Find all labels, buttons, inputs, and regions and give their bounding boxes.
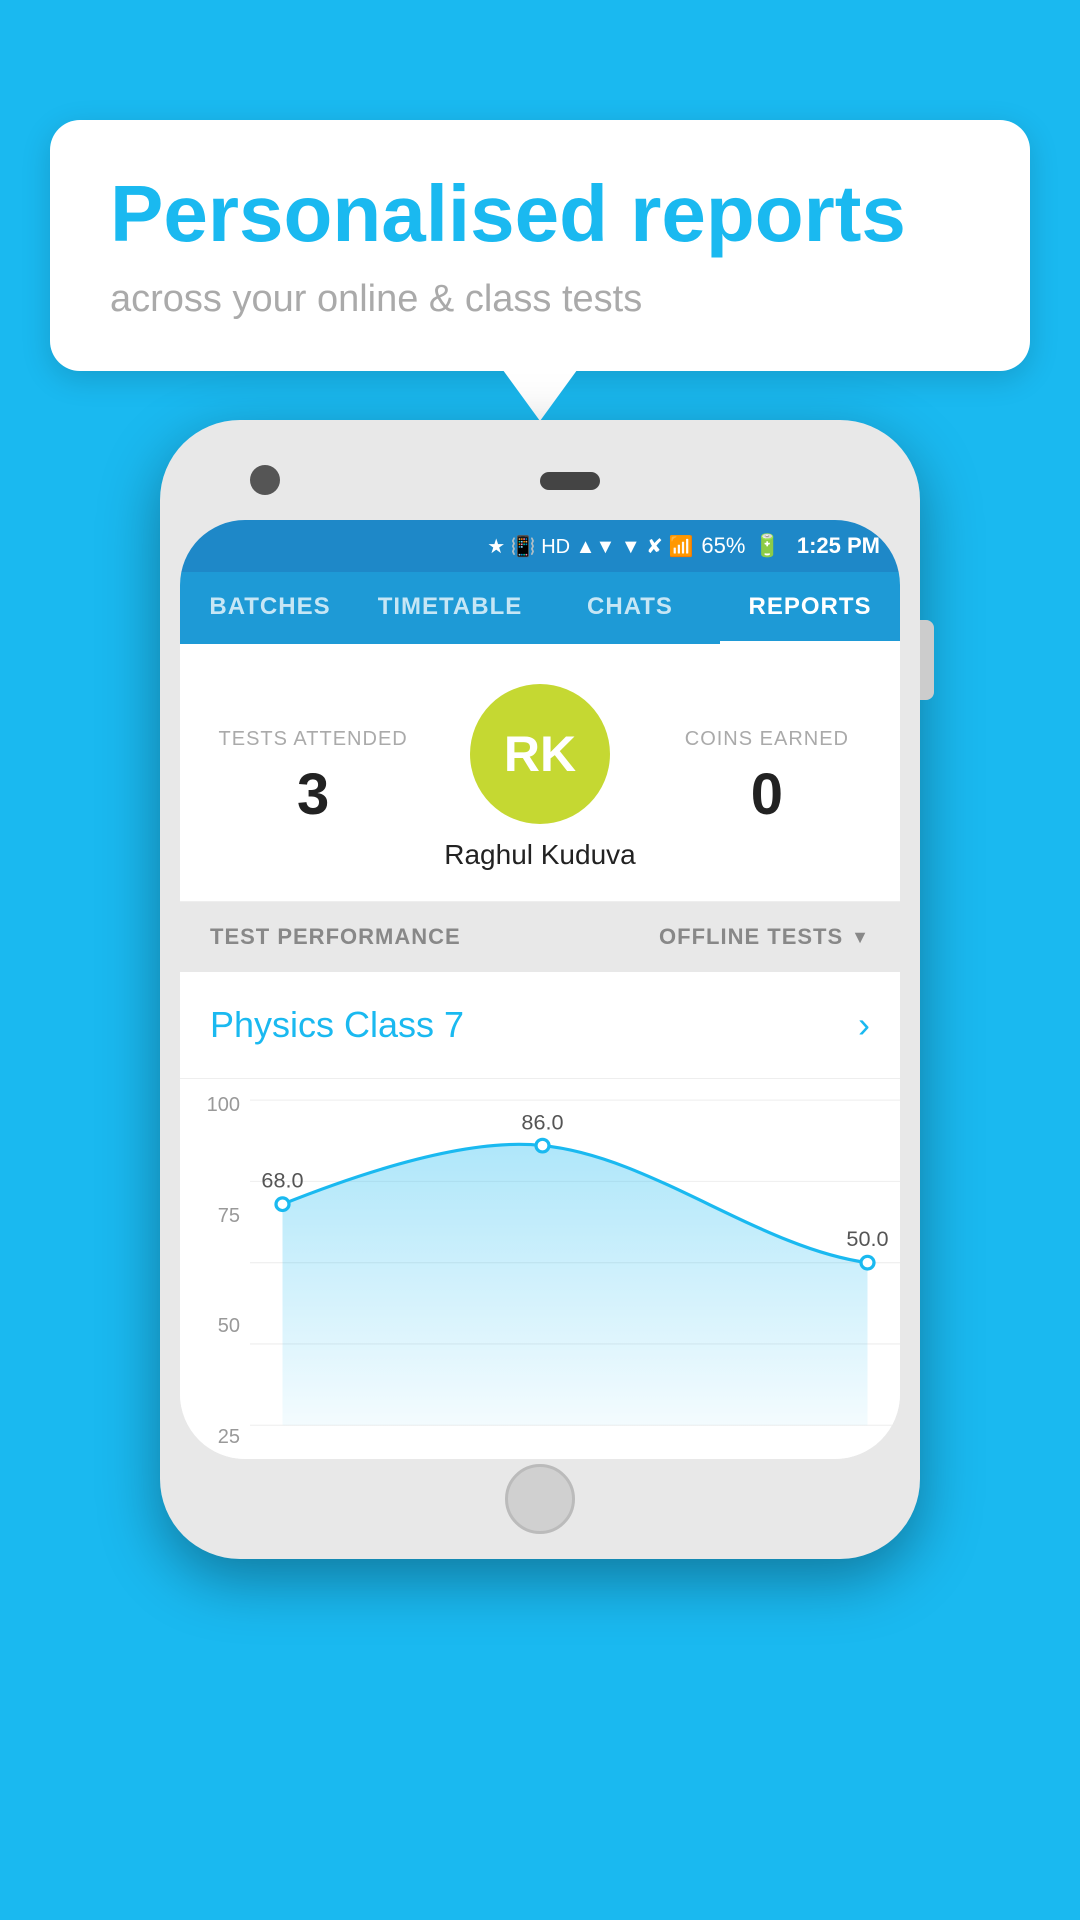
phone-bottom-bezel [180,1459,900,1539]
y-label-100: 100 [190,1094,240,1117]
chart-svg: 68.0 86.0 50.0 [250,1079,900,1459]
avatar-block: RK Raghul Kuduva [416,684,664,871]
point-label-3: 50.0 [846,1227,888,1251]
home-sensor [540,472,600,490]
offline-tests-label: OFFLINE TESTS [659,924,843,950]
status-icons: ★ 📳 HD ▲▼ ▼ ✘ 📶 [487,534,693,559]
data-point-1 [276,1198,289,1211]
data-point-2 [536,1139,549,1152]
chart-fill-area [283,1144,868,1425]
tab-chats[interactable]: CHATS [540,572,720,644]
nav-tabs: BATCHES TIMETABLE CHATS REPORTS [180,572,900,644]
data-point-3 [861,1256,874,1269]
class-row[interactable]: Physics Class 7 › [180,972,900,1079]
battery-indicator: 65% [701,533,745,559]
power-button [920,620,934,700]
performance-section-header: TEST PERFORMANCE OFFLINE TESTS ▼ [180,902,900,972]
chart-y-axis: 100 75 50 25 [180,1079,250,1459]
user-name: Raghul Kuduva [444,839,635,871]
home-button[interactable] [505,1464,575,1534]
battery-icon: 🔋 [753,533,780,559]
tests-attended-block: TESTS ATTENDED 3 [210,728,416,828]
offline-tests-dropdown[interactable]: OFFLINE TESTS ▼ [659,924,870,950]
user-section: TESTS ATTENDED 3 RK Raghul Kuduva COINS … [180,644,900,902]
tab-reports[interactable]: REPORTS [720,572,900,644]
coins-earned-value: 0 [664,761,870,828]
screen-content: TESTS ATTENDED 3 RK Raghul Kuduva COINS … [180,644,900,1459]
tests-attended-label: TESTS ATTENDED [210,728,416,751]
camera-icon [250,465,280,495]
chevron-down-icon: ▼ [851,927,870,948]
point-label-2: 86.0 [521,1111,563,1135]
class-name: Physics Class 7 [210,1004,464,1046]
chevron-right-icon: › [858,1004,870,1046]
phone-top-bezel [180,440,900,520]
status-bar: ★ 📳 HD ▲▼ ▼ ✘ 📶 65% 🔋 1:25 PM [180,520,900,572]
bubble-title: Personalised reports [110,170,970,258]
speech-bubble: Personalised reports across your online … [50,120,1030,371]
phone-outer: ★ 📳 HD ▲▼ ▼ ✘ 📶 65% 🔋 1:25 PM BATCHES TI… [160,420,920,1559]
chart-svg-container: 68.0 86.0 50.0 [250,1079,900,1459]
avatar-initials: RK [504,725,576,783]
test-performance-label: TEST PERFORMANCE [210,924,461,950]
y-label-75: 75 [190,1205,240,1228]
tab-batches[interactable]: BATCHES [180,572,360,644]
bubble-subtitle: across your online & class tests [110,278,970,321]
performance-chart: 100 75 50 25 [180,1079,900,1459]
coins-earned-label: COINS EARNED [664,728,870,751]
phone-mockup: ★ 📳 HD ▲▼ ▼ ✘ 📶 65% 🔋 1:25 PM BATCHES TI… [160,420,920,1559]
coins-earned-block: COINS EARNED 0 [664,728,870,828]
y-label-50: 50 [190,1315,240,1338]
tab-timetable[interactable]: TIMETABLE [360,572,540,644]
status-time: 1:25 PM [797,533,880,559]
y-label-25: 25 [190,1426,240,1449]
avatar: RK [470,684,610,824]
phone-screen: ★ 📳 HD ▲▼ ▼ ✘ 📶 65% 🔋 1:25 PM BATCHES TI… [180,520,900,1459]
point-label-1: 68.0 [261,1169,303,1193]
tests-attended-value: 3 [210,761,416,828]
